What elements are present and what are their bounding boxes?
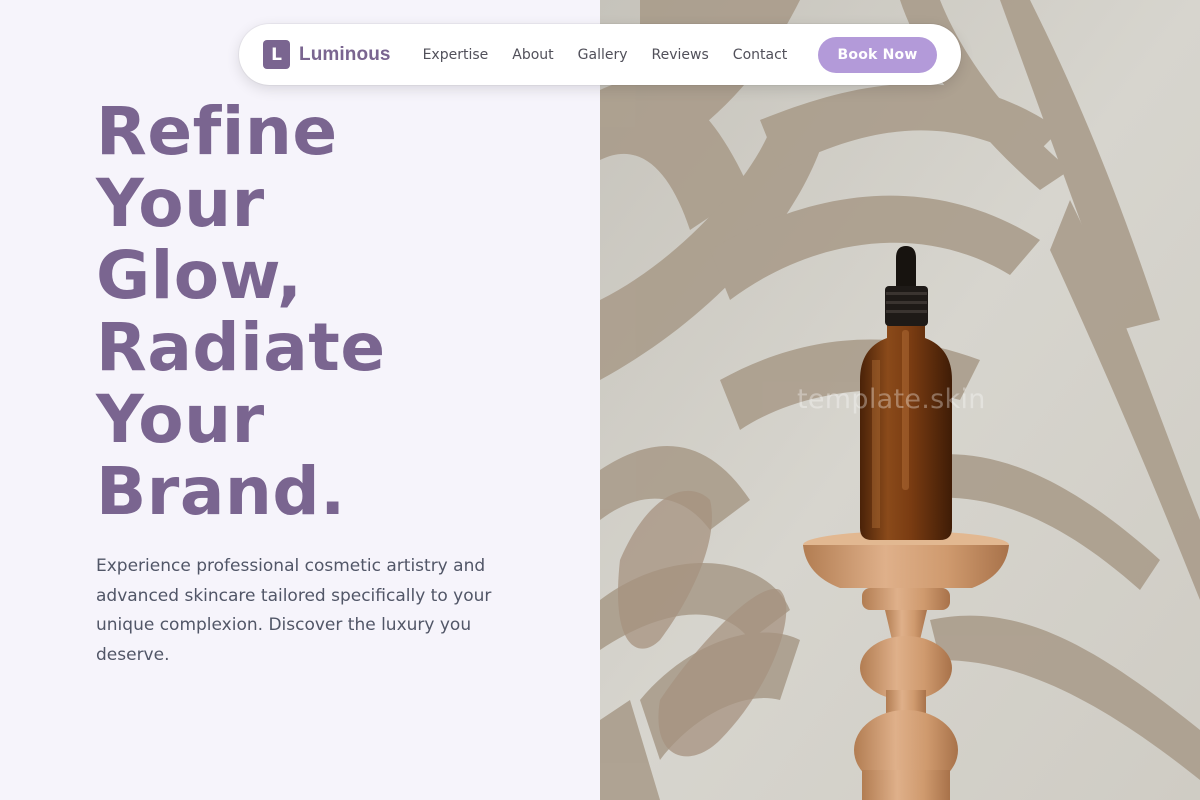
hero-title-line: Radiate	[96, 309, 386, 386]
nav-links: Expertise About Gallery Reviews Contact	[423, 47, 788, 63]
logo[interactable]: L Luminous	[263, 40, 391, 69]
hero-subtitle: Experience professional cosmetic artistr…	[96, 556, 492, 665]
watermark-text: template.skin	[797, 384, 986, 415]
book-now-button[interactable]: Book Now	[818, 36, 937, 73]
hero-title-line: Refine	[96, 93, 338, 170]
hero-title-line: Your	[96, 381, 265, 458]
logo-mark: L	[263, 40, 290, 69]
top-navbar: L Luminous Expertise About Gallery Revie…	[239, 24, 961, 85]
nav-link-about[interactable]: About	[512, 47, 553, 63]
hero-title-line: Brand.	[96, 453, 346, 530]
hero-title-line: Glow,	[96, 237, 303, 314]
nav-link-reviews[interactable]: Reviews	[652, 47, 709, 63]
brand-name: Luminous	[299, 43, 391, 65]
nav-link-contact[interactable]: Contact	[733, 47, 787, 63]
nav-link-gallery[interactable]: Gallery	[578, 47, 628, 63]
nav-link-expertise[interactable]: Expertise	[423, 47, 489, 63]
hero-title-line: Your	[96, 165, 265, 242]
hero-title: Refine Your Glow, Radiate Your Brand.	[96, 96, 576, 528]
